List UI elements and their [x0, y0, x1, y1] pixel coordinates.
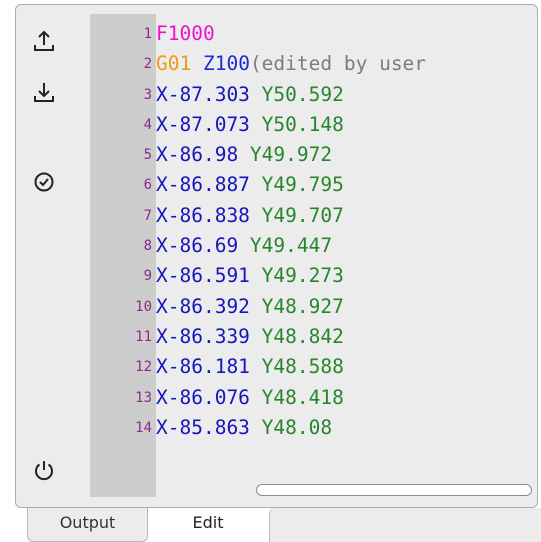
code-line[interactable]: 6 X-86.887 Y49.795 — [90, 172, 537, 202]
code-line[interactable]: 13 X-86.076 Y48.418 — [90, 385, 537, 415]
code-token: Y48.418 — [261, 385, 344, 409]
code-token: Y49.972 — [249, 143, 333, 167]
code-token: F1000 — [156, 22, 215, 45]
code-line[interactable]: 5 X-86.98 Y49.972 — [90, 142, 537, 172]
line-text: X-85.863 Y48.08 — [156, 416, 332, 439]
code-token: Y48.927 — [261, 294, 344, 318]
line-number: 6 — [143, 177, 152, 194]
code-token: Y50.148 — [261, 112, 344, 136]
code-token: (edited by user — [249, 52, 427, 76]
code-token: X-87.073 — [156, 112, 262, 136]
code-line[interactable]: 3 X-87.303 Y50.592 — [90, 82, 537, 112]
power-icon — [33, 458, 55, 482]
editor-panel: 1 F1000 2 G01 Z100(edited by user 3 X-87.303 … — [15, 4, 538, 508]
line-number: 8 — [143, 238, 152, 255]
line-text: X-86.339 Y48.842 — [156, 325, 344, 348]
code-line[interactable]: 12 X-86.181 Y48.588 — [90, 354, 537, 384]
line-text: X-86.591 Y49.273 — [156, 264, 344, 287]
upload-icon — [33, 29, 55, 53]
line-number: 4 — [143, 116, 152, 133]
code-editor[interactable]: 1 F1000 2 G01 Z100(edited by user 3 X-87.303 … — [90, 14, 537, 497]
code-line[interactable]: 1 F1000 — [90, 21, 537, 51]
line-text: X-86.181 Y48.588 — [156, 355, 344, 378]
line-number: 3 — [143, 86, 152, 103]
code-token: X-86.69 — [156, 234, 250, 258]
code-token: Y50.592 — [261, 82, 344, 106]
line-number: 5 — [143, 147, 152, 164]
code-line[interactable]: 2 G01 Z100(edited by user — [90, 51, 537, 81]
tab-edit[interactable]: Edit — [148, 508, 268, 542]
line-text: X-86.838 Y49.707 — [156, 204, 344, 227]
code-token: Z100 — [202, 52, 250, 76]
code-token: Y48.842 — [261, 324, 344, 348]
line-number: 13 — [135, 389, 152, 406]
line-text: G01 Z100(edited by user — [156, 52, 426, 75]
horizontal-scrollbar[interactable] — [256, 484, 532, 496]
code-token: X-86.591 — [156, 264, 262, 288]
code-token: Y49.273 — [261, 264, 344, 288]
code-line[interactable]: 11 X-86.339 Y48.842 — [90, 324, 537, 354]
code-line[interactable]: 10 X-86.392 Y48.927 — [90, 294, 537, 324]
line-text: X-86.69 Y49.447 — [156, 234, 332, 257]
line-text: F1000 — [156, 22, 215, 45]
upload-button[interactable] — [28, 25, 60, 57]
code-token: Y48.588 — [261, 355, 344, 379]
power-button[interactable] — [28, 454, 60, 486]
line-number: 12 — [135, 359, 152, 376]
tab-output[interactable]: Output — [27, 508, 148, 542]
code-token: Y49.447 — [249, 234, 333, 258]
code-token: X-86.339 — [156, 324, 262, 348]
line-number: 1 — [143, 26, 152, 42]
code-line[interactable]: 9 X-86.591 Y49.273 — [90, 263, 537, 293]
code-token: X-86.887 — [156, 173, 262, 197]
code-lines: 1 F1000 2 G01 Z100(edited by user 3 X-87.303 … — [90, 21, 537, 445]
gcode-editor-window: 1 F1000 2 G01 Z100(edited by user 3 X-87.303 … — [0, 0, 541, 542]
code-line[interactable]: 4 X-87.073 Y50.148 — [90, 112, 537, 142]
line-number: 11 — [135, 328, 152, 345]
line-text: X-86.98 Y49.972 — [156, 143, 332, 166]
code-token: X-85.863 — [156, 415, 262, 439]
code-line[interactable]: 14 X-85.863 Y48.08 — [90, 415, 537, 445]
code-token: X-86.392 — [156, 294, 262, 318]
download-button[interactable] — [28, 76, 60, 108]
code-token: X-86.838 — [156, 203, 262, 227]
line-text: X-86.887 Y49.795 — [156, 173, 344, 196]
code-token: Y48.08 — [261, 415, 333, 439]
check-circle-icon — [33, 171, 55, 193]
line-number: 10 — [135, 298, 152, 315]
line-text: X-87.073 Y50.148 — [156, 113, 344, 136]
editor-toolbar — [16, 5, 85, 507]
code-line[interactable]: 8 X-86.69 Y49.447 — [90, 233, 537, 263]
code-line[interactable]: 7 X-86.838 Y49.707 — [90, 203, 537, 233]
tab-bar-filler — [269, 508, 541, 542]
code-token: X-86.98 — [156, 143, 250, 167]
code-token: X-86.181 — [156, 355, 262, 379]
line-number: 14 — [135, 419, 152, 436]
line-number: 2 — [143, 56, 152, 73]
line-text: X-86.076 Y48.418 — [156, 386, 344, 409]
code-token: X-86.076 — [156, 385, 262, 409]
download-icon — [33, 80, 55, 104]
code-token: G01 — [156, 52, 203, 76]
tab-bar: Output Edit — [0, 508, 541, 542]
line-text: X-86.392 Y48.927 — [156, 295, 344, 318]
code-token: Y49.795 — [261, 173, 344, 197]
check-button[interactable] — [28, 166, 60, 198]
code-token: Y49.707 — [261, 203, 344, 227]
line-number: 9 — [143, 268, 152, 285]
code-token: X-87.303 — [156, 82, 262, 106]
line-text: X-87.303 Y50.592 — [156, 83, 344, 106]
line-number: 7 — [143, 207, 152, 224]
